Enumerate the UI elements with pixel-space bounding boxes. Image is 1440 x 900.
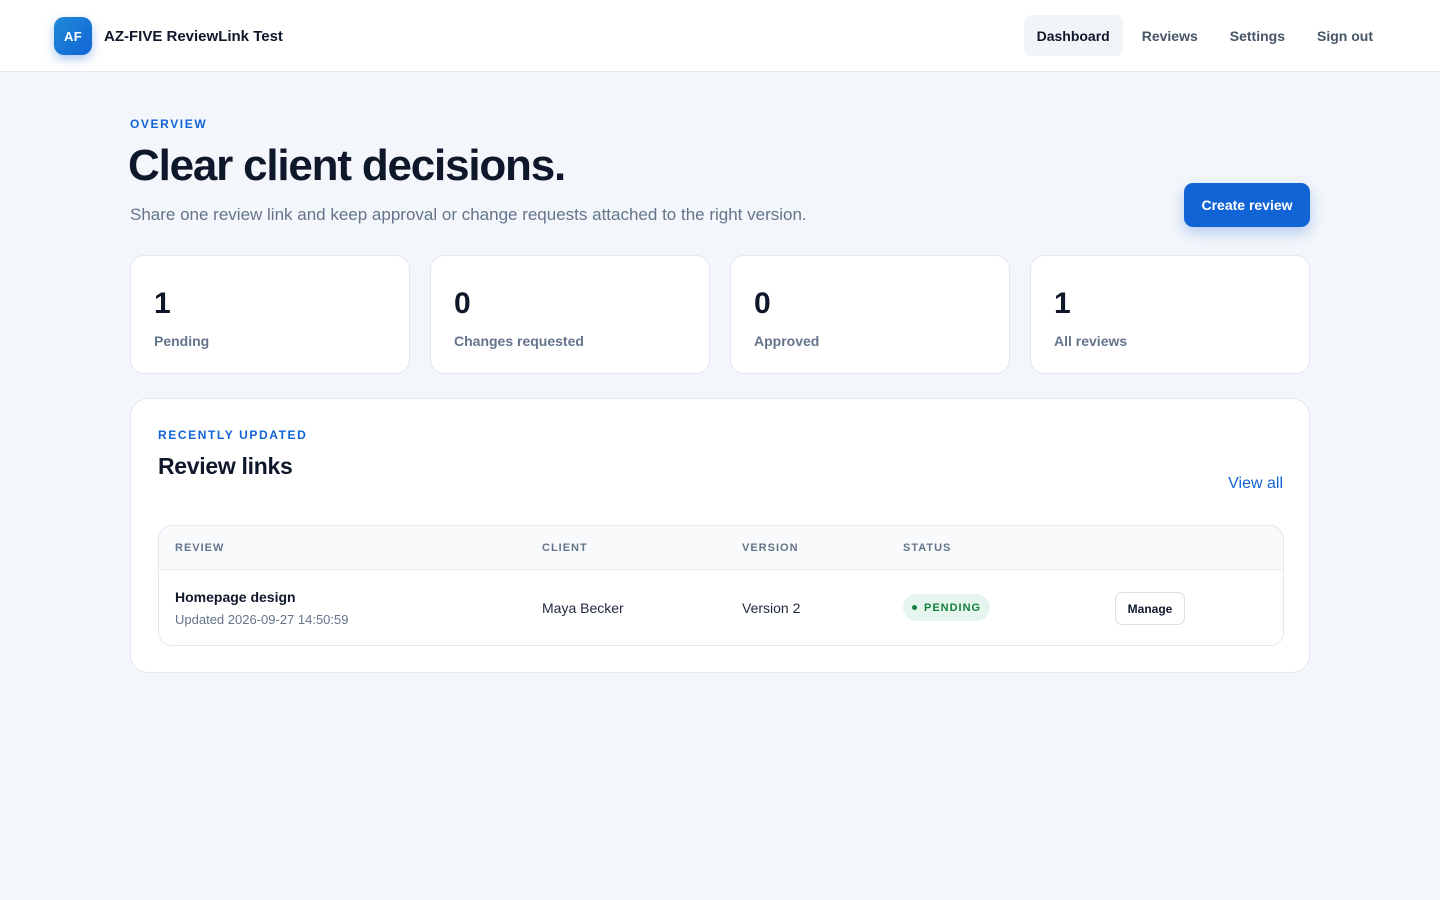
column-header-version: VERSION: [742, 542, 799, 554]
stat-card-pending: 1 Pending: [130, 255, 410, 374]
nav-reviews[interactable]: Reviews: [1129, 15, 1211, 56]
reviews-table: REVIEW CLIENT VERSION STATUS Homepage de…: [158, 525, 1284, 646]
table-header: REVIEW CLIENT VERSION STATUS: [159, 526, 1283, 570]
main-nav: Dashboard Reviews Settings Sign out: [1023, 15, 1386, 56]
status-badge: PENDING: [903, 594, 991, 621]
status-text: PENDING: [924, 601, 982, 614]
stat-label: Changes requested: [454, 333, 584, 349]
stat-value: 1: [154, 287, 171, 320]
app-name: AZ-FIVE ReviewLink Test: [104, 27, 283, 45]
top-bar: AF AZ-FIVE ReviewLink Test Dashboard Rev…: [0, 0, 1440, 72]
stat-value: 1: [1054, 287, 1071, 320]
app-logo: AF: [54, 17, 92, 55]
column-header-review: REVIEW: [175, 542, 225, 554]
stats-row: 1 Pending 0 Changes requested 0 Approved…: [130, 255, 1310, 374]
stat-card-changes-requested: 0 Changes requested: [430, 255, 710, 374]
stat-label: Pending: [154, 333, 210, 349]
review-updated: Updated 2026-09-27 14:50:59: [175, 612, 349, 627]
create-review-button[interactable]: Create review: [1184, 183, 1310, 227]
view-all-link[interactable]: View all: [1228, 475, 1283, 493]
manage-button[interactable]: Manage: [1115, 592, 1185, 625]
table-row: Homepage design Updated 2026-09-27 14:50…: [159, 570, 1283, 645]
recently-updated-eyebrow: RECENTLY UPDATED: [158, 428, 308, 442]
panel-title: Review links: [158, 453, 293, 479]
brand[interactable]: AF AZ-FIVE ReviewLink Test: [54, 17, 283, 55]
page-subtitle: Share one review link and keep approval …: [130, 205, 807, 224]
nav-dashboard[interactable]: Dashboard: [1023, 15, 1123, 56]
overview-eyebrow: OVERVIEW: [130, 117, 208, 131]
stat-card-approved: 0 Approved: [730, 255, 1010, 374]
column-header-status: STATUS: [903, 542, 952, 554]
nav-sign-out[interactable]: Sign out: [1304, 15, 1386, 56]
nav-settings[interactable]: Settings: [1217, 15, 1298, 56]
stat-value: 0: [454, 287, 471, 320]
page-title: Clear client decisions.: [128, 141, 566, 190]
stat-card-all-reviews: 1 All reviews: [1030, 255, 1310, 374]
review-name: Homepage design: [175, 589, 296, 605]
review-client: Maya Becker: [542, 600, 624, 616]
review-version: Version 2: [742, 600, 801, 616]
stat-value: 0: [754, 287, 771, 320]
stat-label: Approved: [754, 333, 820, 349]
review-links-panel: RECENTLY UPDATED Review links View all R…: [130, 398, 1310, 673]
stat-label: All reviews: [1054, 333, 1128, 349]
status-dot-icon: [912, 605, 917, 610]
column-header-client: CLIENT: [542, 542, 588, 554]
